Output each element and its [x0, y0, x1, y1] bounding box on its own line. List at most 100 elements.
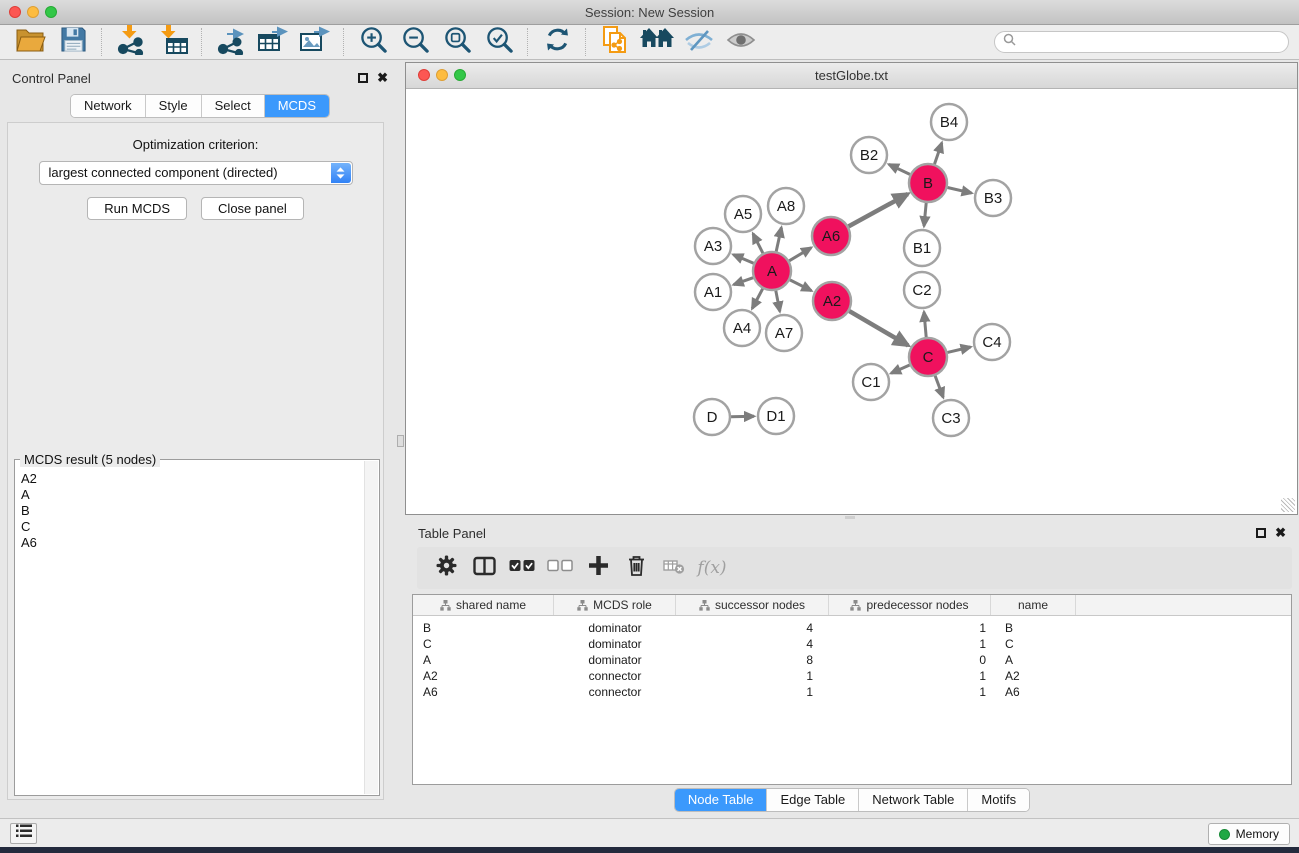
edge-B-B1[interactable] — [924, 203, 926, 226]
result-scrollbar[interactable] — [364, 461, 378, 794]
network-canvas[interactable]: AA1A2A3A4A5A6A7A8BB1B2B3B4CC1C2C3C4DD1 — [406, 88, 1297, 514]
column-header-shared-name[interactable]: shared name — [413, 595, 554, 615]
node-A2[interactable]: A2 — [813, 282, 851, 320]
tab-style[interactable]: Style — [146, 95, 202, 117]
cell-shared-name[interactable]: A6 — [413, 684, 554, 700]
cell-name[interactable]: A — [991, 652, 1076, 668]
refresh-view-button[interactable] — [536, 26, 578, 58]
tab-mcds[interactable]: MCDS — [265, 95, 329, 117]
save-session-button[interactable] — [52, 26, 94, 58]
criterion-dropdown[interactable]: largest connected component (directed) — [39, 161, 353, 185]
column-header-mcds-role[interactable]: MCDS role — [554, 595, 676, 615]
node-A[interactable]: A — [753, 252, 791, 290]
table-tab-network-table[interactable]: Network Table — [859, 789, 968, 811]
edge-A-A6[interactable] — [789, 248, 811, 261]
table-tab-node-table[interactable]: Node Table — [675, 789, 768, 811]
zoom-fit-button[interactable] — [436, 26, 478, 58]
delete-column-button[interactable] — [617, 551, 655, 585]
edge-B-B3[interactable] — [948, 188, 972, 194]
node-A8[interactable]: A8 — [768, 188, 804, 224]
resize-grip-icon[interactable] — [1281, 498, 1295, 512]
node-A5[interactable]: A5 — [725, 196, 761, 232]
column-header-name[interactable]: name — [991, 595, 1076, 615]
table-row-a2[interactable]: A2connector11A2 — [413, 668, 1291, 684]
edge-A2-C[interactable] — [849, 311, 908, 345]
run-mcds-button[interactable]: Run MCDS — [87, 197, 187, 220]
cell-successor-nodes[interactable]: 8 — [676, 652, 829, 668]
column-header-successor-nodes[interactable]: successor nodes — [676, 595, 829, 615]
export-image-button[interactable] — [294, 26, 336, 58]
cell-successor-nodes[interactable]: 1 — [676, 668, 829, 684]
cell-name[interactable]: A2 — [991, 668, 1076, 684]
close-panel-button-2[interactable]: Close panel — [201, 197, 304, 220]
cell-name[interactable]: B — [991, 620, 1076, 636]
float-panel-button[interactable] — [358, 73, 368, 83]
node-C4[interactable]: C4 — [974, 324, 1010, 360]
deselect-all-button[interactable] — [541, 551, 579, 585]
edge-A6-B[interactable] — [849, 194, 908, 226]
edge-A-A3[interactable] — [733, 255, 753, 264]
node-B4[interactable]: B4 — [931, 104, 967, 140]
mcds-result-item[interactable]: C — [21, 519, 37, 535]
cell-mcds-role[interactable]: dominator — [554, 652, 676, 668]
home-layout-button[interactable] — [636, 26, 678, 58]
edge-A-A8[interactable] — [776, 228, 781, 252]
cell-successor-nodes[interactable]: 4 — [676, 620, 829, 636]
edge-A-A1[interactable] — [734, 278, 754, 285]
node-B[interactable]: B — [909, 164, 947, 202]
show-graphics-button[interactable] — [720, 26, 762, 58]
network-window-titlebar[interactable]: testGlobe.txt — [406, 63, 1297, 89]
cell-predecessor-nodes[interactable]: 1 — [829, 620, 991, 636]
node-A4[interactable]: A4 — [724, 310, 760, 346]
node-C2[interactable]: C2 — [904, 272, 940, 308]
node-A1[interactable]: A1 — [695, 274, 731, 310]
node-A3[interactable]: A3 — [695, 228, 731, 264]
edge-A-A5[interactable] — [753, 234, 763, 254]
table-row-c[interactable]: Cdominator41C — [413, 636, 1291, 652]
table-row-a6[interactable]: A6connector11A6 — [413, 684, 1291, 700]
close-table-panel-button[interactable]: ✖ — [1275, 527, 1286, 538]
delete-table-button[interactable] — [655, 551, 693, 585]
cell-successor-nodes[interactable]: 1 — [676, 684, 829, 700]
node-B1[interactable]: B1 — [904, 230, 940, 266]
edge-C-C1[interactable] — [891, 365, 910, 373]
tab-network[interactable]: Network — [71, 95, 146, 117]
cell-mcds-role[interactable]: dominator — [554, 620, 676, 636]
float-table-panel-button[interactable] — [1256, 528, 1266, 538]
table-tab-motifs[interactable]: Motifs — [968, 789, 1029, 811]
edge-A-A7[interactable] — [776, 291, 780, 312]
show-columns-button[interactable] — [465, 551, 503, 585]
edge-C-C3[interactable] — [935, 376, 943, 398]
cell-mcds-role[interactable]: connector — [554, 668, 676, 684]
memory-button[interactable]: Memory — [1208, 823, 1290, 845]
edge-B-B2[interactable] — [889, 164, 910, 174]
node-B3[interactable]: B3 — [975, 180, 1011, 216]
search-field[interactable] — [994, 31, 1289, 53]
tab-select[interactable]: Select — [202, 95, 265, 117]
export-network-button[interactable] — [210, 26, 252, 58]
column-header-predecessor-nodes[interactable]: predecessor nodes — [829, 595, 991, 615]
zoom-in-button[interactable] — [352, 26, 394, 58]
cell-shared-name[interactable]: A2 — [413, 668, 554, 684]
node-A7[interactable]: A7 — [766, 315, 802, 351]
cell-shared-name[interactable]: B — [413, 620, 554, 636]
edge-C-C4[interactable] — [948, 347, 971, 352]
zoom-out-button[interactable] — [394, 26, 436, 58]
node-D[interactable]: D — [694, 399, 730, 435]
node-C[interactable]: C — [909, 338, 947, 376]
clone-network-button[interactable] — [594, 26, 636, 58]
search-input[interactable] — [1021, 34, 1288, 50]
mcds-result-item[interactable]: A — [21, 487, 37, 503]
cell-name[interactable]: C — [991, 636, 1076, 652]
cell-predecessor-nodes[interactable]: 1 — [829, 636, 991, 652]
table-row-b[interactable]: Bdominator41B — [413, 620, 1291, 636]
cell-successor-nodes[interactable]: 4 — [676, 636, 829, 652]
open-session-button[interactable] — [10, 26, 52, 58]
edge-A-A2[interactable] — [790, 280, 812, 291]
task-history-button[interactable] — [10, 823, 37, 844]
zoom-selected-button[interactable] — [478, 26, 520, 58]
panel-splitter-handle[interactable] — [397, 435, 404, 447]
import-network-button[interactable] — [110, 26, 152, 58]
cell-shared-name[interactable]: C — [413, 636, 554, 652]
node-A6[interactable]: A6 — [812, 217, 850, 255]
